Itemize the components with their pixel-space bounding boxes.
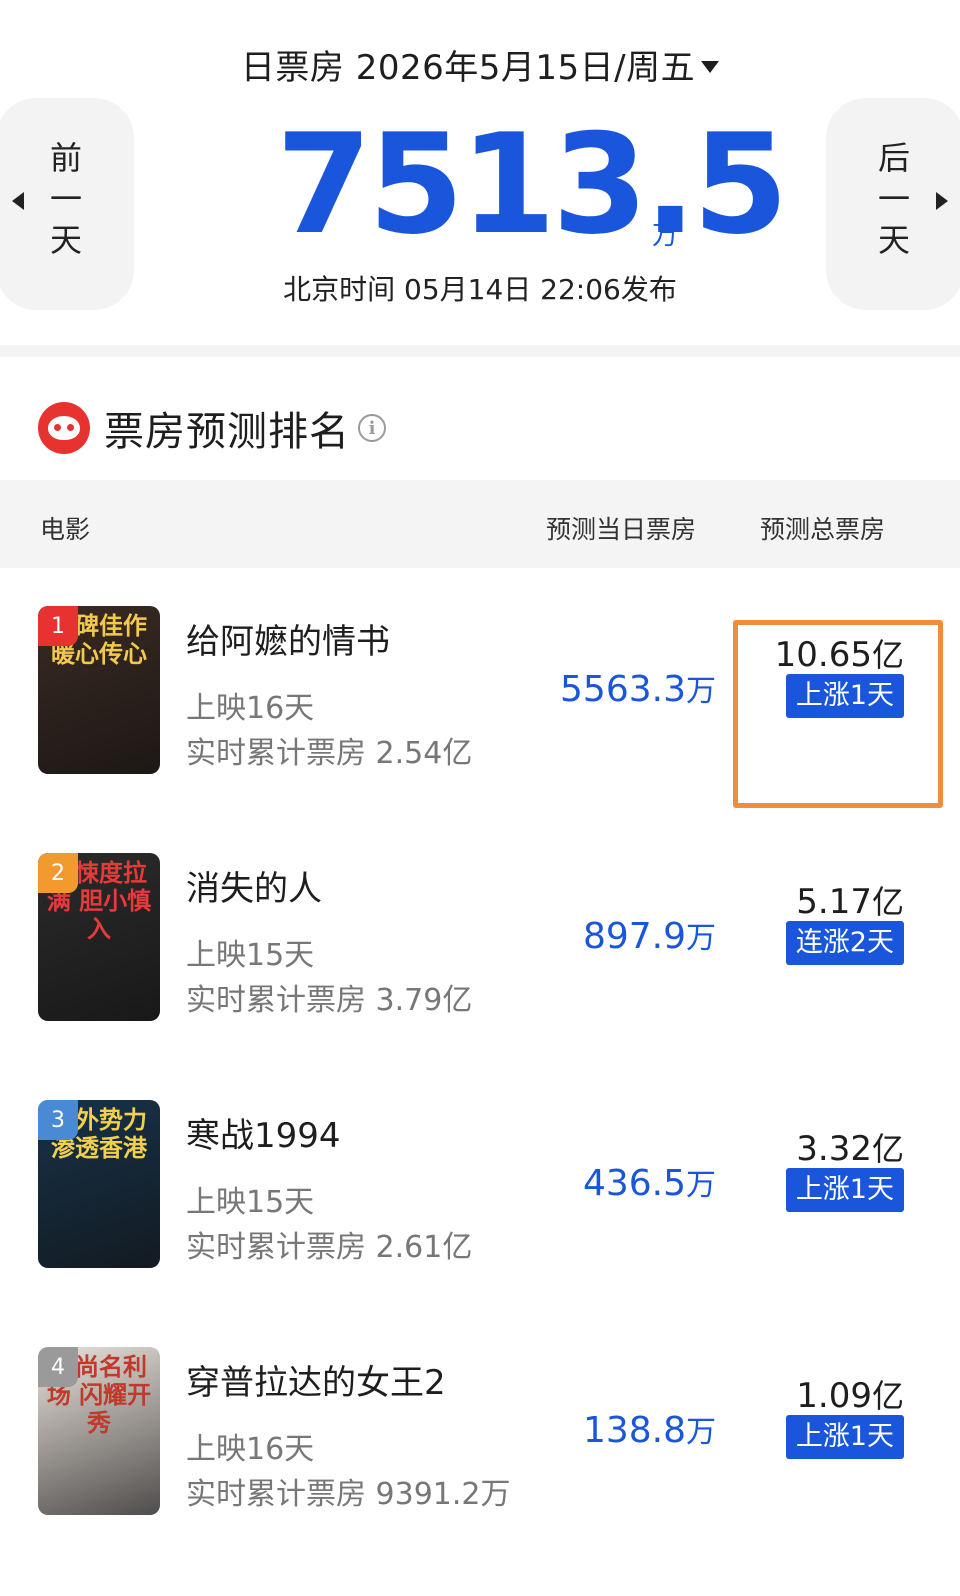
predicted-total-box-office: 3.32亿	[796, 1124, 904, 1170]
predicted-day-value: 436.5	[582, 1163, 686, 1204]
trend-badge: 上涨1天	[785, 1168, 904, 1212]
predicted-day-box-office: 138.8万	[583, 1407, 716, 1451]
dropdown-caret-icon[interactable]	[701, 60, 720, 73]
movie-row[interactable]: 境外势力 渗透香港 3 寒战1994 上映15天 实时累计票房 2.61亿 43…	[0, 1062, 960, 1308]
total-box-office-unit: 万	[652, 221, 679, 251]
movie-poster[interactable]: 时尚名利场 闪耀开秀 4	[38, 1347, 160, 1515]
next-day-label: 后 一 天	[877, 139, 910, 259]
predicted-day-box-office: 5563.3万	[560, 666, 716, 710]
predicted-day-box-office: 436.5万	[583, 1160, 716, 1204]
total-box-office-value: 7513.5	[276, 104, 789, 265]
predicted-day-unit: 万	[686, 1168, 716, 1203]
col-movie-header: 电影	[40, 515, 91, 544]
predicted-day-unit: 万	[686, 674, 716, 709]
predicted-total-value: 5.17	[796, 882, 872, 922]
rank-badge: 4	[38, 1347, 78, 1387]
release-days: 上映15天	[186, 938, 315, 973]
info-icon[interactable]: i	[358, 414, 386, 442]
predicted-day-box-office: 897.9万	[583, 913, 716, 957]
section-header: 票房预测排名 i	[38, 395, 386, 461]
cumulative-box-office: 实时累计票房 2.54亿	[186, 736, 473, 771]
release-days: 上映16天	[186, 691, 315, 726]
date-selector[interactable]: 日票房 2026年5月15日/周五	[0, 40, 960, 89]
movie-row[interactable]: 时尚名利场 闪耀开秀 4 穿普拉达的女王2 上映16天 实时累计票房 9391.…	[0, 1309, 960, 1555]
publish-info: 北京时间 05月14日 22:06发布	[283, 273, 677, 306]
predicted-day-unit: 万	[686, 921, 716, 956]
trend-badge: 连涨2天	[785, 921, 904, 965]
col-day-forecast-header[interactable]: 预测当日票房	[546, 510, 696, 546]
predicted-total-unit: 亿	[871, 1130, 904, 1168]
cumulative-box-office: 实时累计票房 9391.2万	[186, 1477, 511, 1512]
cumulative-box-office: 实时累计票房 3.79亿	[186, 983, 473, 1018]
highlight-annotation-box	[733, 620, 943, 808]
rank-badge: 3	[38, 1100, 78, 1140]
rank-badge: 1	[38, 606, 78, 646]
movie-title[interactable]: 消失的人	[186, 861, 322, 910]
section-title: 票房预测排名	[104, 409, 350, 455]
movie-title[interactable]: 给阿嬷的情书	[186, 614, 390, 663]
predicted-day-value: 5563.3	[560, 669, 686, 710]
movie-poster[interactable]: 口碑佳作 暖心传心 1	[38, 606, 160, 774]
predicted-day-value: 897.9	[582, 916, 686, 957]
movie-row[interactable]: 惊悚度拉满 胆小慎入 2 消失的人 上映15天 实时累计票房 3.79亿 897…	[0, 815, 960, 1061]
section-divider	[0, 345, 960, 357]
arrow-left-icon	[12, 192, 24, 210]
predicted-total-box-office: 5.17亿	[796, 877, 904, 923]
movie-title[interactable]: 穿普拉达的女王2	[186, 1355, 446, 1404]
predicted-total-value: 3.32	[796, 1129, 872, 1169]
trend-badge: 上涨1天	[785, 1415, 904, 1459]
cumulative-box-office: 实时累计票房 2.61亿	[186, 1230, 473, 1265]
predicted-day-unit: 万	[686, 1415, 716, 1450]
predicted-total-unit: 亿	[871, 1377, 904, 1415]
date-label[interactable]: 日票房 2026年5月15日/周五	[241, 48, 695, 88]
maoyan-cat-logo-icon	[38, 402, 90, 454]
col-total-forecast-header[interactable]: 预测总票房	[760, 510, 885, 546]
rank-badge: 2	[38, 853, 78, 893]
movie-poster[interactable]: 惊悚度拉满 胆小慎入 2	[38, 853, 160, 1021]
table-header: 电影 预测当日票房 预测总票房	[0, 480, 960, 568]
predicted-total-unit: 亿	[871, 883, 904, 921]
release-days: 上映16天	[186, 1432, 315, 1467]
predicted-day-value: 138.8	[582, 1410, 686, 1451]
prev-day-label: 前 一 天	[49, 139, 82, 259]
predicted-total-box-office: 1.09亿	[796, 1371, 904, 1417]
movie-poster[interactable]: 境外势力 渗透香港 3	[38, 1100, 160, 1268]
header-area: 日票房 2026年5月15日/周五 前 一 天 7513.5 万 后 一 天 北…	[0, 0, 960, 345]
predicted-total-value: 1.09	[796, 1376, 872, 1416]
movie-title[interactable]: 寒战1994	[186, 1108, 341, 1157]
release-days: 上映15天	[186, 1185, 315, 1220]
arrow-right-icon	[936, 192, 948, 210]
